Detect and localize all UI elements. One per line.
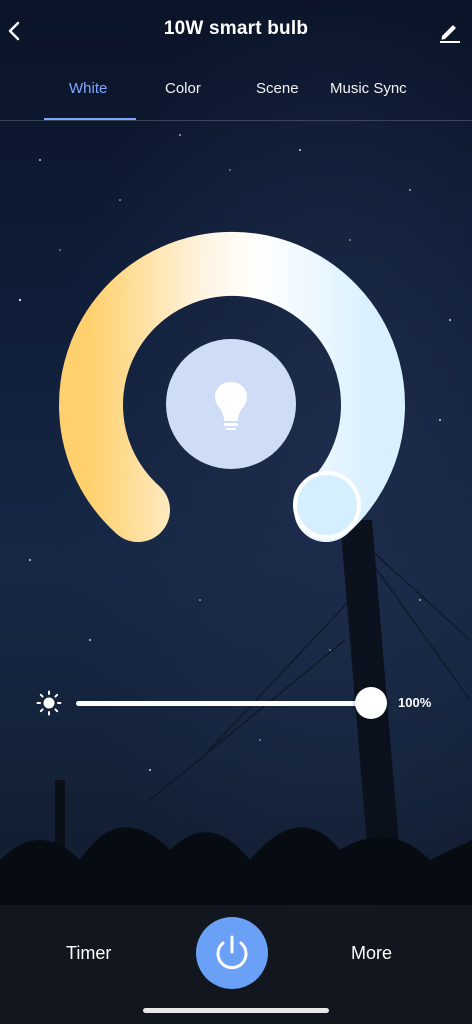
sun-icon bbox=[36, 690, 62, 716]
power-button[interactable] bbox=[196, 917, 268, 989]
temperature-handle[interactable] bbox=[293, 471, 361, 539]
more-button[interactable]: More bbox=[351, 943, 392, 964]
brightness-slider[interactable]: 100% bbox=[0, 680, 472, 726]
slider-thumb[interactable] bbox=[355, 687, 387, 719]
brightness-value: 100% bbox=[398, 695, 432, 710]
timer-button[interactable]: Timer bbox=[66, 943, 111, 964]
home-indicator bbox=[143, 1008, 329, 1013]
color-temperature-wheel[interactable] bbox=[0, 0, 472, 620]
slider-track[interactable] bbox=[76, 701, 374, 706]
power-icon bbox=[216, 935, 248, 970]
bottom-bar: Timer More bbox=[0, 905, 472, 1024]
